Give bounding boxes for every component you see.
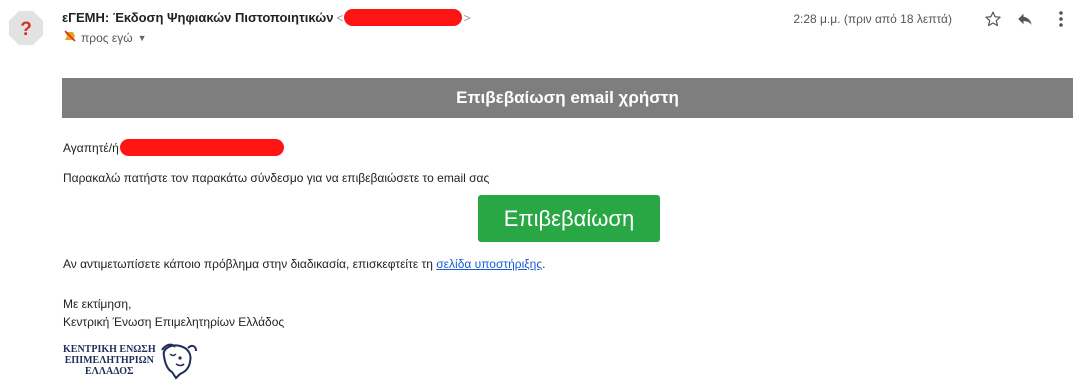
redaction-mark — [344, 9, 463, 26]
confirm-button[interactable]: Επιβεβαίωση — [478, 195, 660, 242]
recipient-line[interactable]: προς εγώ ▼ — [64, 30, 147, 45]
email-view: ? εΓΕΜΗ: Έκδοση Ψηφιακών Πιστοποιητικών … — [0, 0, 1080, 380]
logo-line-3: ΕΛΛΑΔΟΣ — [85, 366, 134, 377]
message-meta: 2:28 μ.μ. (πριν από 18 λεπτά) — [793, 8, 1072, 30]
important-flag-icon[interactable] — [64, 30, 76, 45]
greeting-line: Αγαπητέ/ή — [63, 139, 284, 156]
question-mark-icon: ? — [8, 10, 44, 46]
more-vert-icon[interactable] — [1050, 8, 1072, 30]
confirm-button-label: Επιβεβαίωση — [503, 205, 635, 231]
logo-line-2: ΕΠΙΜΕΛΗΤΗΡΙΩΝ — [64, 355, 154, 366]
banner-title: Επιβεβαίωση email χρήστη — [456, 88, 679, 107]
logo-text: ΚΕΝΤΡΙΚΗ ΕΝΩΣΗ ΕΠΙΜΕΛΗΤΗΡΙΩΝ ΕΛΛΑΔΟΣ — [63, 342, 156, 377]
svg-text:?: ? — [20, 19, 32, 40]
sender-address[interactable]: < > — [336, 9, 470, 26]
email-subject: εΓΕΜΗ: Έκδοση Ψηφιακών Πιστοποιητικών — [62, 10, 334, 25]
star-icon[interactable] — [982, 8, 1004, 30]
redaction-mark — [119, 139, 284, 156]
sender-line: εΓΕΜΗ: Έκδοση Ψηφιακών Πιστοποιητικών < … — [62, 9, 470, 26]
help-text: Αν αντιμετωπίσετε κάποιο πρόβλημα στην δ… — [63, 257, 545, 271]
instruction-text: Παρακαλώ πατήστε τον παρακάτω σύνδεσμο γ… — [63, 171, 490, 185]
greeting-label: Αγαπητέ/ή — [63, 140, 119, 155]
recipient-label: προς εγώ — [81, 30, 133, 45]
email-banner: Επιβεβαίωση email χρήστη — [62, 78, 1073, 118]
support-page-link[interactable]: σελίδα υποστήριξης — [436, 257, 542, 271]
logo-line-1: ΚΕΝΤΡΙΚΗ ΕΝΩΣΗ — [63, 344, 156, 355]
closing-block: Με εκτίμηση, Κεντρική Ένωση Επιμελητηρίω… — [63, 295, 284, 331]
signoff: Με εκτίμηση, — [63, 297, 132, 311]
timestamp: 2:28 μ.μ. (πριν από 18 λεπτά) — [793, 12, 952, 26]
reply-icon[interactable] — [1014, 8, 1036, 30]
signature: Κεντρική Ένωση Επιμελητηρίων Ελλάδος — [63, 315, 285, 329]
help-text-prefix: Αν αντιμετωπίσετε κάποιο πρόβλημα στην δ… — [63, 257, 437, 271]
help-text-suffix: . — [542, 257, 546, 271]
hermes-head-icon — [158, 342, 198, 380]
chevron-down-icon[interactable]: ▼ — [138, 33, 147, 43]
organization-logo: ΚΕΝΤΡΙΚΗ ΕΝΩΣΗ ΕΠΙΜΕΛΗΤΗΡΙΩΝ ΕΛΛΑΔΟΣ — [63, 342, 198, 380]
